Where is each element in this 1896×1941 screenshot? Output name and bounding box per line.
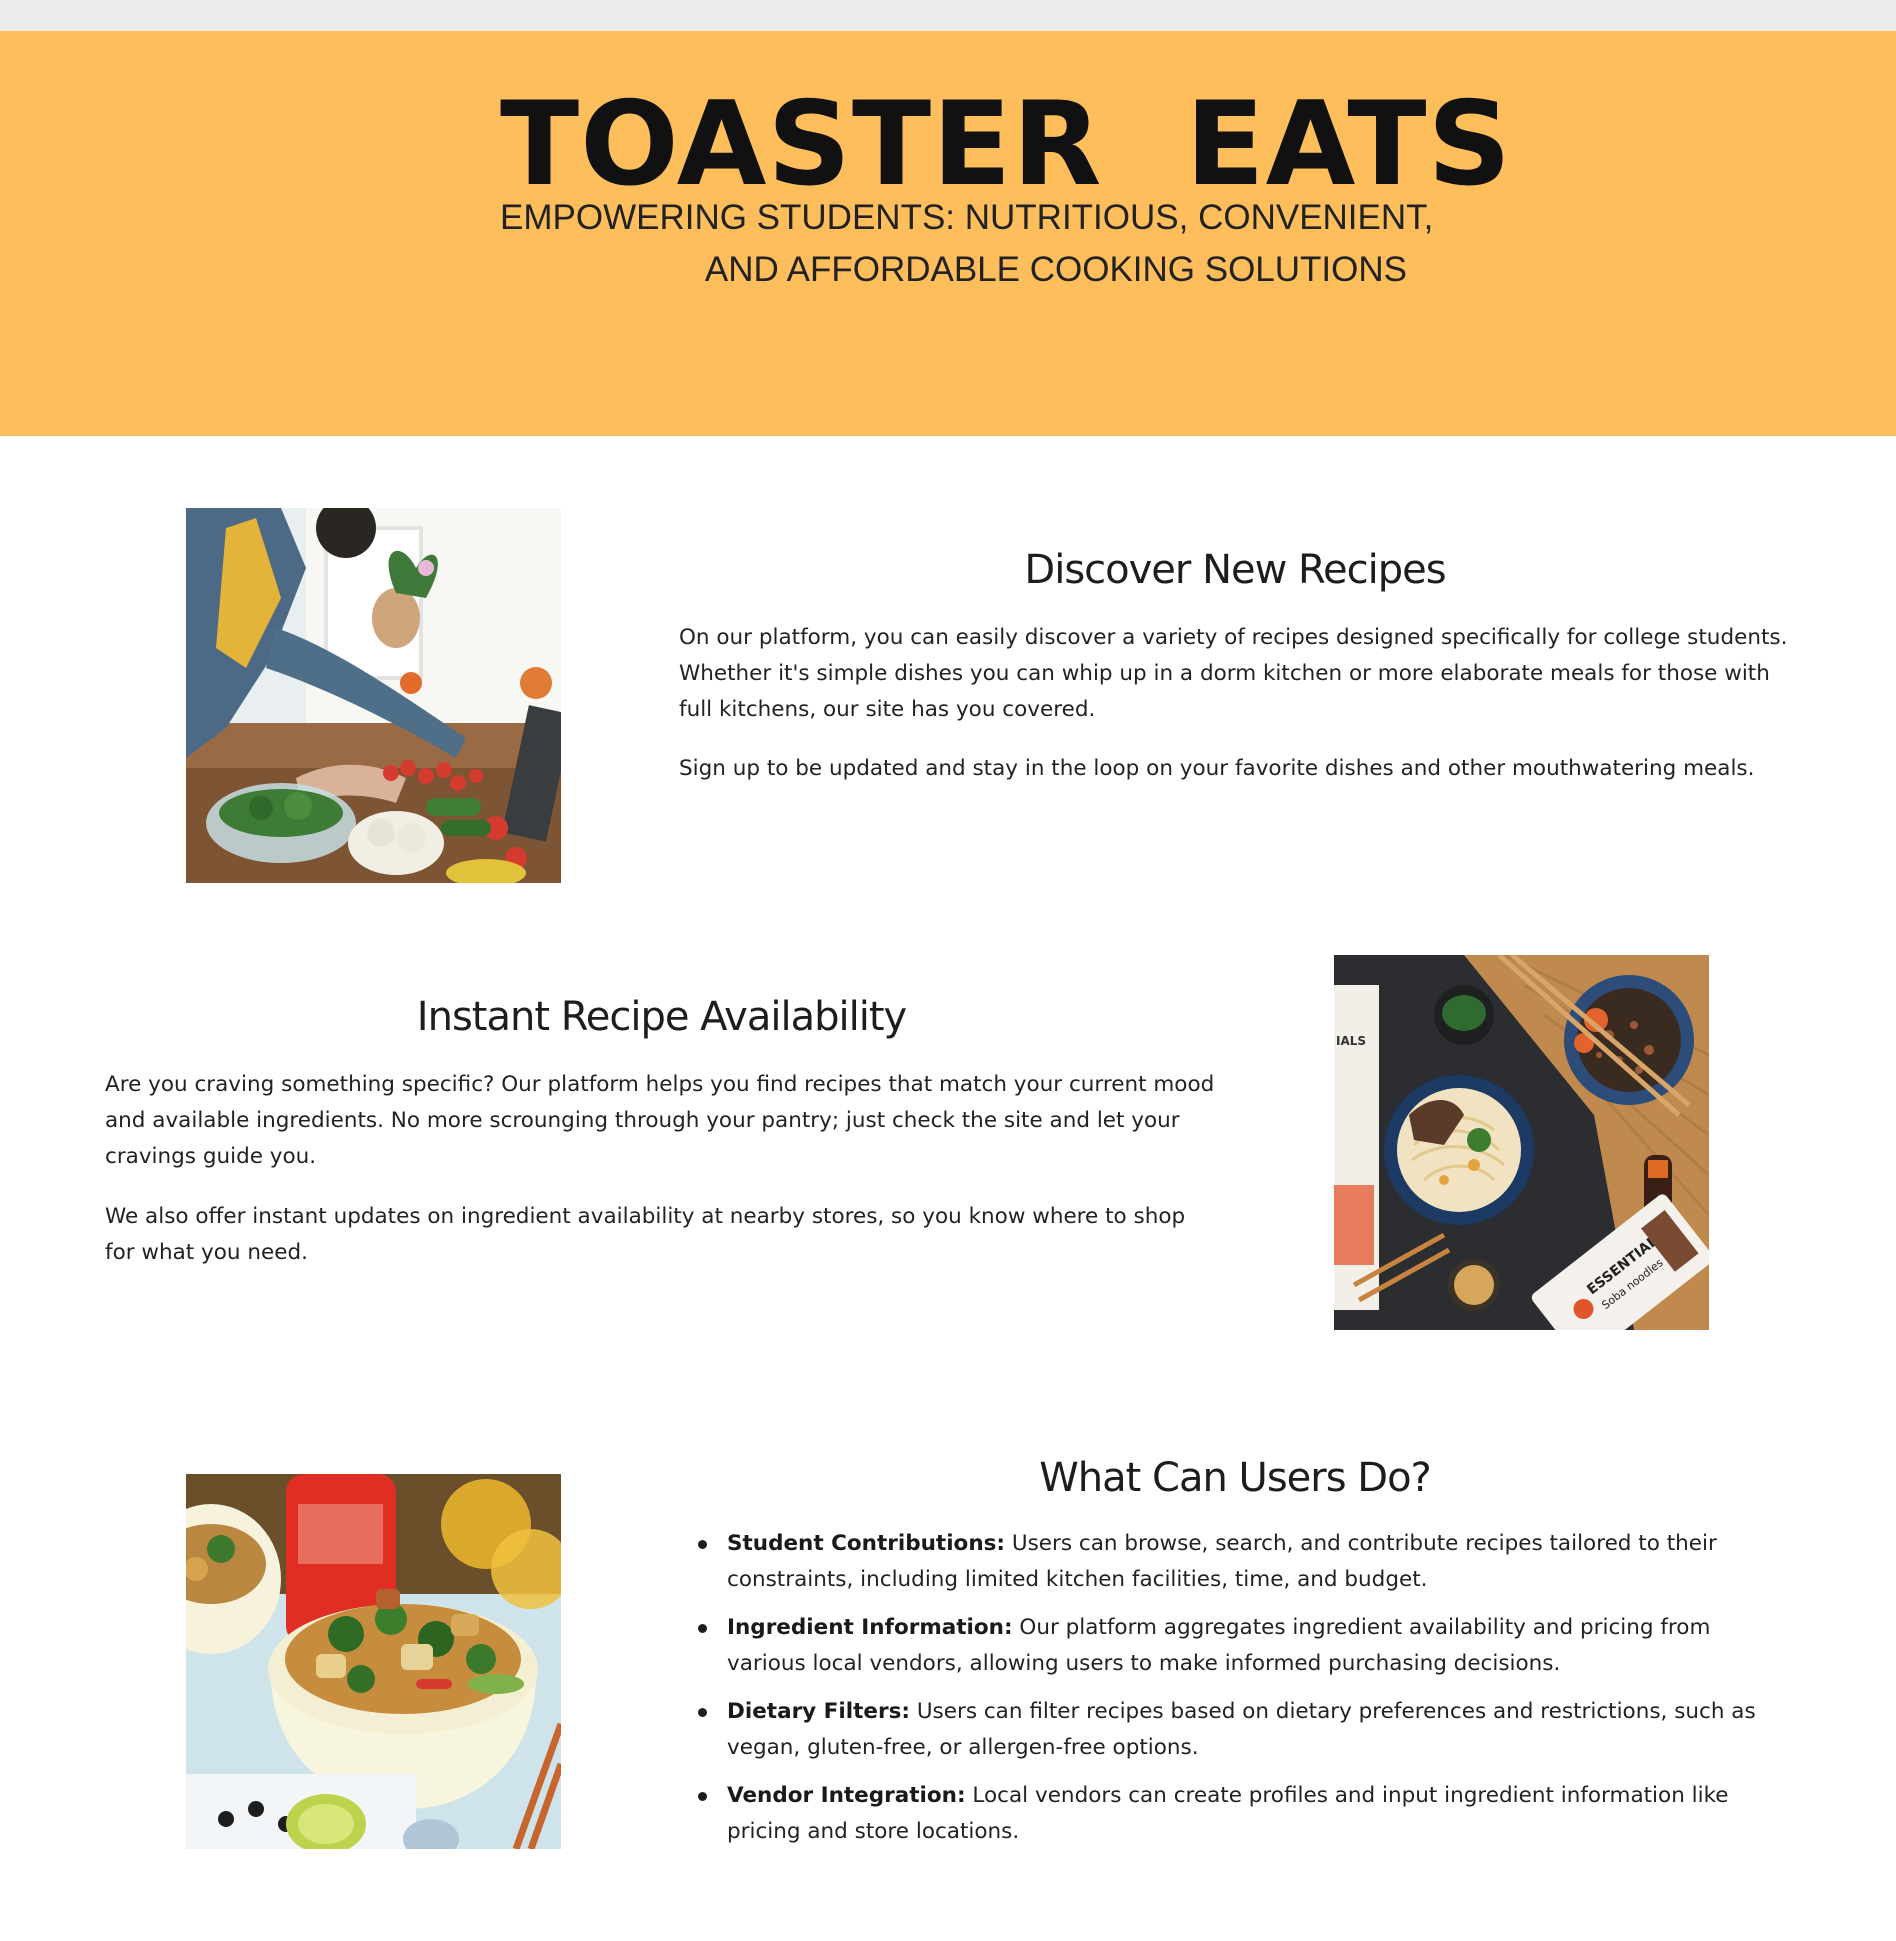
instant-title: Instant Recipe Availability bbox=[416, 994, 907, 1040]
discover-title: Discover New Recipes bbox=[1024, 547, 1446, 593]
stir-fry-bowl-photo bbox=[186, 1474, 561, 1849]
bullet-icon bbox=[698, 1792, 707, 1801]
list-item: Ingredient Information: Our platform agg… bbox=[698, 1610, 1760, 1682]
list-item: Dietary Filters: Users can filter recipe… bbox=[698, 1694, 1760, 1766]
list-item: Student Contributions: Users can browse,… bbox=[698, 1526, 1760, 1598]
instant-paragraph-2: We also offer instant updates on ingredi… bbox=[105, 1204, 1186, 1265]
noodle-bowls-photo: IALS ESSENTIALS Soba noodles bbox=[1334, 955, 1709, 1330]
bullet-icon bbox=[698, 1708, 707, 1717]
browser-top-strip bbox=[0, 0, 1896, 31]
users-title: What Can Users Do? bbox=[1039, 1455, 1432, 1501]
package-partial-label: IALS bbox=[1336, 1034, 1366, 1048]
feature-label: Dietary Filters: bbox=[727, 1699, 910, 1724]
discover-paragraph-1: On our platform, you can easily discover… bbox=[679, 625, 1788, 722]
features-list: Student Contributions: Users can browse,… bbox=[698, 1526, 1760, 1862]
list-item: Vendor Integration: Local vendors can cr… bbox=[698, 1778, 1760, 1850]
instant-paragraph-1: Are you craving something specific? Our … bbox=[105, 1072, 1215, 1169]
cooking-vegetables-photo bbox=[186, 508, 561, 883]
discover-paragraph-2: Sign up to be updated and stay in the lo… bbox=[679, 756, 1755, 781]
bullet-icon bbox=[698, 1540, 707, 1549]
feature-label: Student Contributions: bbox=[727, 1531, 1006, 1556]
site-tagline: EMPOWERING STUDENTS: NUTRITIOUS, CONVENI… bbox=[500, 192, 1434, 296]
feature-label: Vendor Integration: bbox=[727, 1783, 966, 1808]
tagline-line-2: AND AFFORDABLE COOKING SOLUTIONS bbox=[704, 250, 1407, 289]
feature-label: Ingredient Information: bbox=[727, 1615, 1013, 1640]
bullet-icon bbox=[698, 1624, 707, 1633]
tagline-line-1: EMPOWERING STUDENTS: NUTRITIOUS, CONVENI… bbox=[500, 198, 1434, 237]
